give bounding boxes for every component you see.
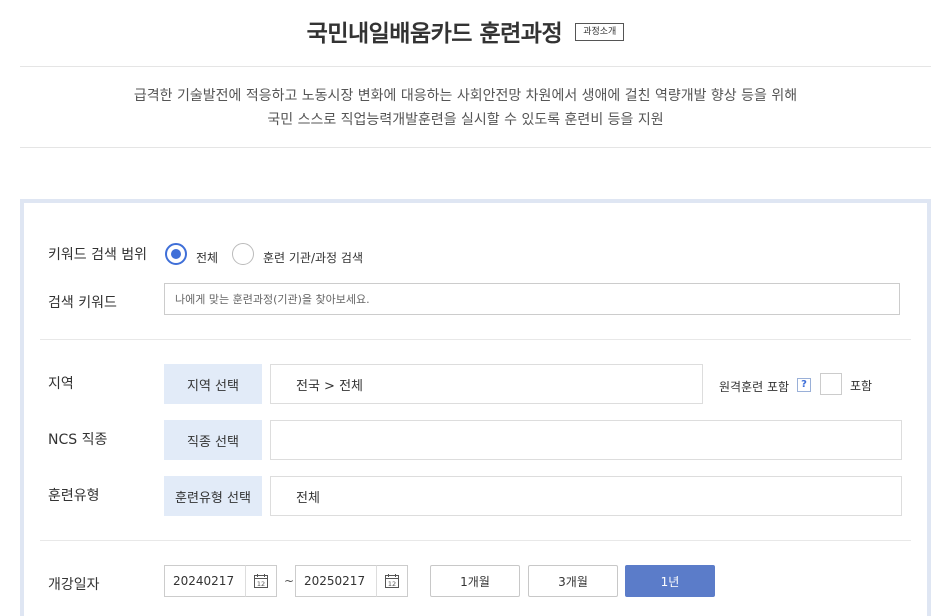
- period-1-year-button[interactable]: 1년: [625, 565, 715, 597]
- search-panel: 키워드 검색 범위 전체 훈련 기관/과정 검색 검색 키워드 지역 지역 선택…: [20, 199, 931, 616]
- remote-training-label: 원격훈련 포함: [719, 380, 790, 394]
- ncs-label: NCS 직종: [48, 432, 108, 448]
- scope-all-radio[interactable]: [165, 243, 187, 265]
- header-divider-bottom: [20, 147, 931, 148]
- region-select-button[interactable]: 지역 선택: [164, 364, 262, 404]
- training-type-label: 훈련유형: [48, 488, 100, 504]
- description-line-2: 국민 스스로 직업능력개발훈련을 실시할 수 있도록 훈련비 등을 지원: [267, 112, 664, 128]
- ncs-select-button[interactable]: 직종 선택: [164, 420, 262, 460]
- date-range-separator: ~: [284, 574, 295, 588]
- start-calendar-button[interactable]: 12: [245, 565, 277, 597]
- end-calendar-button[interactable]: 12: [376, 565, 408, 597]
- description-line-1: 급격한 기술발전에 적응하고 노동시장 변화에 대응하는 사회안전망 차원에서 …: [133, 88, 798, 104]
- section-divider: [40, 339, 911, 340]
- keyword-input[interactable]: [164, 283, 900, 315]
- scope-institution-label: 훈련 기관/과정 검색: [263, 251, 363, 265]
- include-label: 포함: [850, 379, 873, 393]
- header-divider-top: [20, 66, 931, 67]
- training-type-value-field[interactable]: 전체: [270, 476, 902, 516]
- page-header: 국민내일배움카드 훈련과정 과정소개: [0, 14, 931, 54]
- region-label: 지역: [48, 376, 74, 392]
- end-date-input[interactable]: 20250217: [295, 565, 377, 597]
- page-description: 급격한 기술발전에 적응하고 노동시장 변화에 대응하는 사회안전망 차원에서 …: [0, 84, 931, 132]
- keyword-label: 검색 키워드: [48, 295, 117, 311]
- help-icon[interactable]: ?: [797, 378, 811, 392]
- scope-institution-radio[interactable]: [232, 243, 254, 265]
- page-title: 국민내일배움카드 훈련과정: [306, 21, 563, 47]
- training-type-select-button[interactable]: 훈련유형 선택: [164, 476, 262, 516]
- start-date-label: 개강일자: [48, 577, 100, 593]
- course-intro-button[interactable]: 과정소개: [575, 23, 625, 41]
- scope-label: 키워드 검색 범위: [48, 247, 148, 263]
- period-1-month-button[interactable]: 1개월: [430, 565, 520, 597]
- scope-all-label: 전체: [196, 251, 219, 265]
- remote-include-checkbox[interactable]: [820, 373, 842, 395]
- ncs-value-field[interactable]: [270, 420, 902, 460]
- start-date-input[interactable]: 20240217: [164, 565, 246, 597]
- region-value-field[interactable]: 전국 > 전체: [270, 364, 703, 404]
- calendar-icon: 12: [385, 574, 399, 588]
- period-3-month-button[interactable]: 3개월: [528, 565, 618, 597]
- section-divider: [40, 540, 911, 541]
- svg-text:12: 12: [388, 580, 396, 588]
- calendar-icon: 12: [254, 574, 268, 588]
- svg-text:12: 12: [257, 580, 265, 588]
